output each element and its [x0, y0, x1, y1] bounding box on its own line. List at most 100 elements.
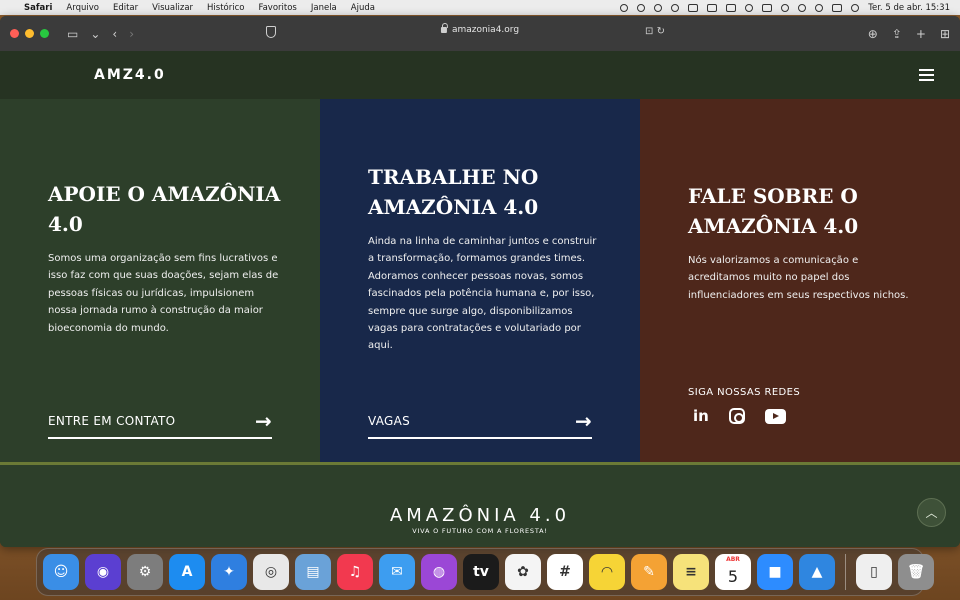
download-icon[interactable]: ⊕	[868, 27, 878, 41]
volume-icon[interactable]	[726, 3, 737, 12]
forward-button[interactable]: ›	[129, 27, 134, 41]
dock-app-preview[interactable]: ▤	[295, 554, 331, 590]
vagas-label: VAGAS	[368, 413, 411, 428]
dock-app-podcasts[interactable]: ◍	[421, 554, 457, 590]
macos-menubar: Safari Arquivo Editar Visualizar Históri…	[0, 0, 960, 15]
scroll-to-top-button[interactable]: ︿	[917, 498, 946, 527]
menu-janela[interactable]: Janela	[311, 3, 337, 13]
address-bar[interactable]: amazonia4.org	[440, 23, 519, 35]
address-url[interactable]: amazonia4.org	[452, 25, 519, 35]
dock-app-document[interactable]: ▯	[856, 554, 892, 590]
footer-tagline: VIVA O FUTURO COM A FLORESTA!	[412, 527, 548, 535]
status-icon-vpn[interactable]	[637, 3, 646, 12]
search-icon[interactable]	[815, 3, 824, 12]
dock-app-miro[interactable]: ◠	[589, 554, 625, 590]
siri-icon[interactable]	[851, 3, 860, 12]
entre-em-contato-link[interactable]: ENTRE EM CONTATO →	[48, 404, 272, 439]
close-window-button[interactable]	[10, 29, 19, 38]
safari-icon: ✦	[223, 564, 235, 580]
user-icon[interactable]	[798, 3, 807, 12]
panel-apoie-text: Somos uma organização sem fins lucrativo…	[48, 253, 279, 334]
site-footer: AMAZÔNIA 4.0 VIVA O FUTURO COM A FLOREST…	[0, 465, 960, 547]
lock-icon	[440, 23, 448, 33]
preview-icon: ▤	[306, 564, 320, 580]
site-header: AMZ4.0	[0, 51, 960, 99]
menu-visualizar[interactable]: Visualizar	[152, 3, 193, 13]
dock-app-mail[interactable]: ✉	[379, 554, 415, 590]
chevron-up-icon: ︿	[925, 506, 938, 520]
youtube-icon[interactable]	[764, 408, 786, 424]
translate-icon[interactable]: ⊡	[645, 26, 653, 37]
calendar-month: ABR	[726, 556, 740, 563]
arrow-right-icon: →	[574, 408, 592, 433]
dock-app-siri[interactable]: ◉	[85, 554, 121, 590]
status-icon-display[interactable]	[688, 3, 699, 12]
bluetooth-icon[interactable]	[745, 3, 754, 12]
dock-app-keynote[interactable]: ▲	[799, 554, 835, 590]
toolbar-right-actions: ⊕ ⇪ + ⊞	[868, 27, 950, 41]
status-icon-keyboard[interactable]	[707, 3, 718, 12]
share-icon[interactable]: ⇪	[892, 27, 902, 41]
battery-icon[interactable]	[762, 3, 773, 12]
dock-app-system-preferences[interactable]: ⚙	[127, 554, 163, 590]
arrow-right-icon: →	[254, 408, 272, 433]
instagram-icon[interactable]	[728, 408, 745, 424]
dock-app-pages[interactable]: ✎	[631, 554, 667, 590]
cta-panels: APOIE O AMAZÔNIA 4.0 Somos uma organizaç…	[0, 99, 960, 462]
panel-trabalhe-text: Ainda na linha de caminhar juntos e cons…	[368, 236, 597, 352]
linkedin-icon[interactable]: in	[693, 407, 709, 425]
new-tab-button[interactable]: +	[916, 27, 926, 41]
vagas-link[interactable]: VAGAS →	[368, 404, 592, 439]
siga-nossas-redes-label: SIGA NOSSAS REDES	[688, 387, 801, 398]
menu-ajuda[interactable]: Ajuda	[351, 3, 375, 13]
photos-icon: ✿	[517, 564, 529, 580]
chrome-icon: ◎	[264, 564, 278, 580]
trash-icon: 🗑	[907, 564, 925, 580]
wifi-icon[interactable]	[781, 3, 790, 12]
menu-app-safari[interactable]: Safari	[24, 3, 52, 13]
menu-favoritos[interactable]: Favoritos	[258, 3, 296, 13]
dock-app-photos[interactable]: ✿	[505, 554, 541, 590]
fullscreen-window-button[interactable]	[40, 29, 49, 38]
dock-app-safari[interactable]: ✦	[211, 554, 247, 590]
status-icon-history[interactable]	[671, 3, 680, 12]
control-center-icon[interactable]	[832, 3, 843, 12]
mail-icon: ✉	[391, 564, 403, 580]
menu-arquivo[interactable]: Arquivo	[66, 3, 99, 13]
menubar-status-area: Ter. 5 de abr. 15:31	[620, 3, 950, 13]
finder-icon: ☺	[53, 564, 69, 580]
sidebar-toggle-icon[interactable]: ▭	[67, 27, 78, 41]
dock-app-slack[interactable]: #	[547, 554, 583, 590]
site-logo[interactable]: AMZ4.0	[94, 67, 166, 83]
dock-app-zoom[interactable]: ■	[757, 554, 793, 590]
dock-app-music[interactable]: ♫	[337, 554, 373, 590]
menubar-clock[interactable]: Ter. 5 de abr. 15:31	[868, 3, 950, 13]
reload-icon[interactable]: ↻	[657, 26, 665, 37]
minimize-window-button[interactable]	[25, 29, 34, 38]
tv-icon: tv	[473, 564, 489, 580]
dock-app-notes[interactable]: ≡	[673, 554, 709, 590]
panel-apoie-title: APOIE O AMAZÔNIA 4.0	[48, 182, 281, 236]
menu-historico[interactable]: Histórico	[207, 3, 244, 13]
dock-app-app-store[interactable]: A	[169, 554, 205, 590]
dock-separator	[845, 554, 846, 590]
entre-em-contato-label: ENTRE EM CONTATO	[48, 413, 176, 428]
dock-app-trash[interactable]: 🗑	[898, 554, 934, 590]
dock-app-tv[interactable]: tv	[463, 554, 499, 590]
miro-icon: ◠	[601, 564, 613, 580]
tab-overview-icon[interactable]: ⊞	[940, 27, 950, 41]
privacy-shield-icon[interactable]	[266, 26, 276, 38]
menu-editar[interactable]: Editar	[113, 3, 138, 13]
sidebar-chevron-down-icon[interactable]: ⌄	[90, 27, 100, 41]
back-button[interactable]: ‹	[112, 27, 117, 41]
status-icon-play[interactable]	[654, 3, 663, 12]
status-icon-time-machine[interactable]	[620, 3, 629, 12]
dock-app-calendar[interactable]: ABR 5	[715, 554, 751, 590]
music-icon: ♫	[348, 564, 362, 580]
calendar-day: 5	[727, 566, 739, 586]
dock-app-finder[interactable]: ☺	[43, 554, 79, 590]
social-links: in	[693, 407, 786, 425]
footer-logo[interactable]: AMAZÔNIA 4.0	[0, 505, 960, 526]
dock-app-chrome[interactable]: ◎	[253, 554, 289, 590]
hamburger-menu-icon[interactable]	[919, 69, 934, 81]
